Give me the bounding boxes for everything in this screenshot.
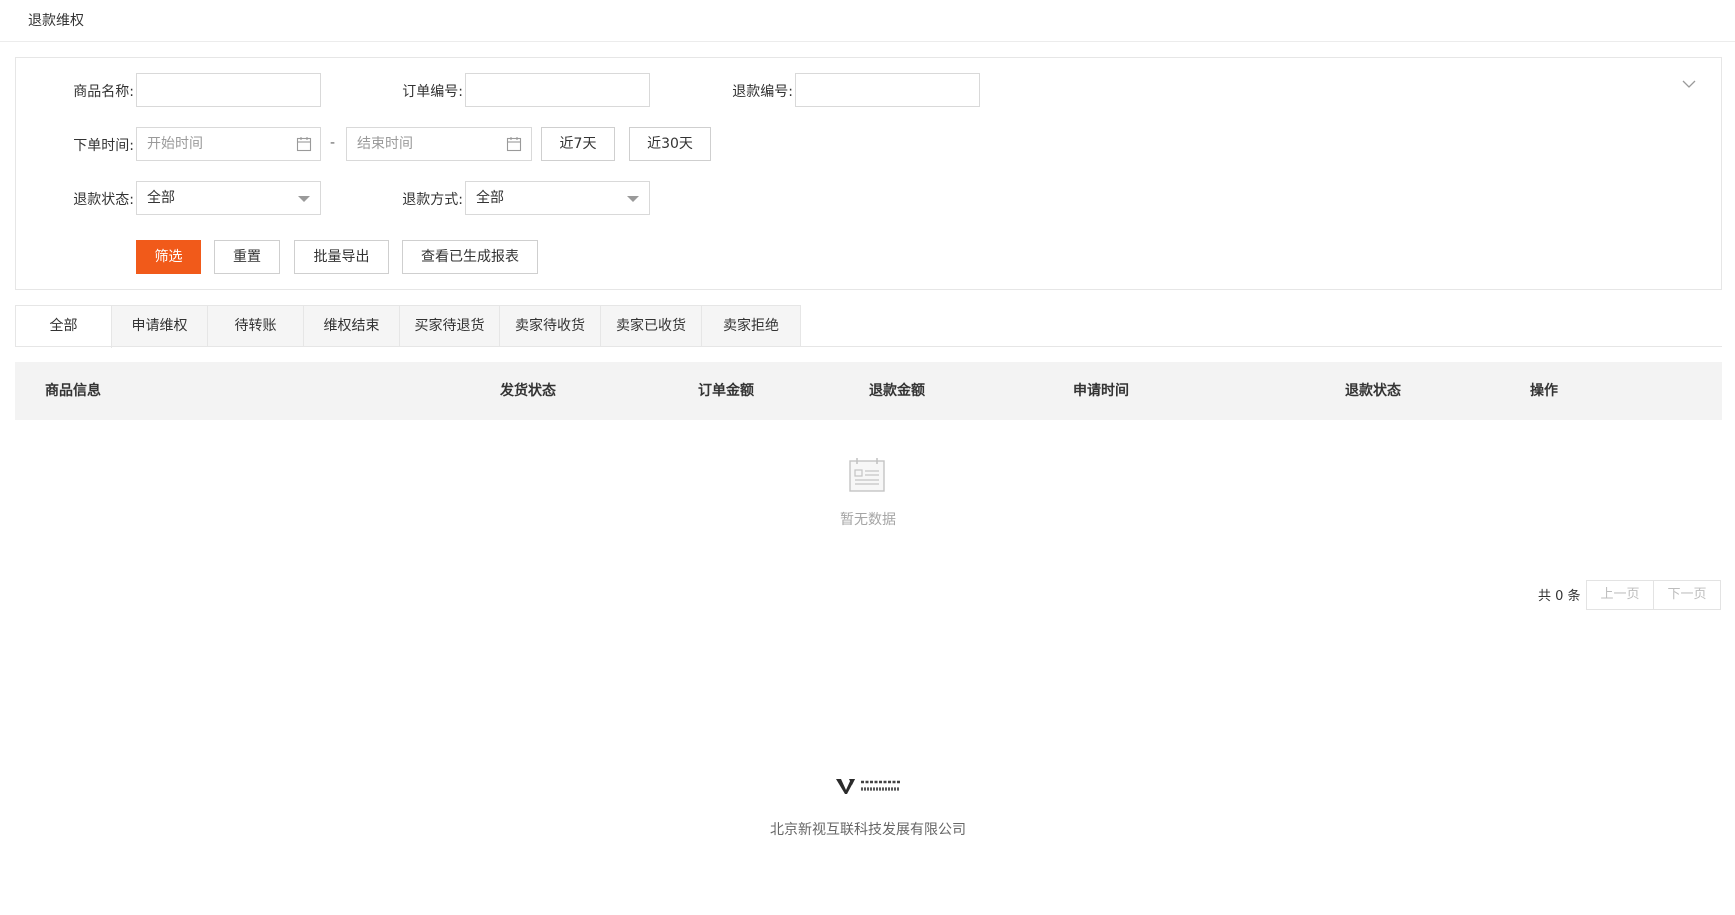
next-page-button[interactable]: 下一页 xyxy=(1653,580,1721,610)
status-tabs: 全部 申请维权 待转账 维权结束 买家待退货 卖家待收货 卖家已收货 卖家拒绝 xyxy=(15,305,801,348)
end-date-input[interactable] xyxy=(346,127,532,161)
refund-method-select[interactable]: 全部 xyxy=(465,181,650,215)
product-name-label: 商品名称: xyxy=(73,84,134,100)
column-shipping-status: 发货状态 xyxy=(500,383,556,399)
refund-status-value: 全部 xyxy=(147,190,175,206)
column-apply-time: 申请时间 xyxy=(1073,383,1129,399)
tab-seller-received[interactable]: 卖家已收货 xyxy=(601,306,702,347)
refund-no-input[interactable] xyxy=(795,73,980,107)
tab-rights-closed[interactable]: 维权结束 xyxy=(304,306,400,347)
table-header: 商品信息 发货状态 订单金额 退款金额 申请时间 退款状态 操作 xyxy=(15,362,1722,420)
tab-all[interactable]: 全部 xyxy=(16,306,112,348)
page-header: 退款维权 xyxy=(0,0,1735,42)
batch-export-button[interactable]: 批量导出 xyxy=(294,240,389,274)
order-time-label: 下单时间: xyxy=(73,138,134,154)
order-no-label: 订单编号: xyxy=(402,84,463,100)
tabs-divider xyxy=(15,346,1722,347)
filter-panel: 商品名称: 订单编号: 退款编号: 下单时间: - 近7天 近30天 退款状态:… xyxy=(15,57,1722,290)
caret-down-icon xyxy=(627,196,639,202)
filter-button[interactable]: 筛选 xyxy=(136,240,201,274)
product-name-input[interactable] xyxy=(136,73,321,107)
total-count: 共 0 条 xyxy=(1538,589,1581,604)
reset-button[interactable]: 重置 xyxy=(214,240,280,274)
column-refund-amount: 退款金额 xyxy=(869,383,925,399)
tab-apply-rights[interactable]: 申请维权 xyxy=(112,306,208,347)
caret-down-icon xyxy=(298,196,310,202)
column-actions: 操作 xyxy=(1530,383,1558,399)
column-order-amount: 订单金额 xyxy=(698,383,754,399)
company-logo xyxy=(836,779,900,794)
chevron-down-icon[interactable] xyxy=(1681,76,1697,92)
page-title: 退款维权 xyxy=(28,13,84,29)
tab-seller-pending-receipt[interactable]: 卖家待收货 xyxy=(500,306,601,347)
calendar-icon[interactable] xyxy=(296,136,312,152)
tab-seller-rejected[interactable]: 卖家拒绝 xyxy=(702,306,800,347)
footer-company-name: 北京新视互联科技发展有限公司 xyxy=(770,822,966,838)
date-separator: - xyxy=(330,135,336,151)
refund-status-label: 退款状态: xyxy=(73,192,134,208)
empty-state-text: 暂无数据 xyxy=(840,512,896,528)
view-reports-button[interactable]: 查看已生成报表 xyxy=(402,240,538,274)
last-30-days-button[interactable]: 近30天 xyxy=(629,127,711,161)
column-refund-status: 退款状态 xyxy=(1345,383,1401,399)
empty-data-icon xyxy=(849,458,885,492)
refund-no-label: 退款编号: xyxy=(732,84,793,100)
start-date-input[interactable] xyxy=(136,127,321,161)
refund-method-value: 全部 xyxy=(476,190,504,206)
last-7-days-button[interactable]: 近7天 xyxy=(541,127,615,161)
order-no-input[interactable] xyxy=(465,73,650,107)
refund-method-label: 退款方式: xyxy=(402,192,463,208)
column-product-info: 商品信息 xyxy=(45,383,101,399)
calendar-icon[interactable] xyxy=(506,136,522,152)
tab-pending-transfer[interactable]: 待转账 xyxy=(208,306,304,347)
prev-page-button[interactable]: 上一页 xyxy=(1586,580,1654,610)
tab-buyer-pending-return[interactable]: 买家待退货 xyxy=(400,306,500,347)
refund-status-select[interactable]: 全部 xyxy=(136,181,321,215)
